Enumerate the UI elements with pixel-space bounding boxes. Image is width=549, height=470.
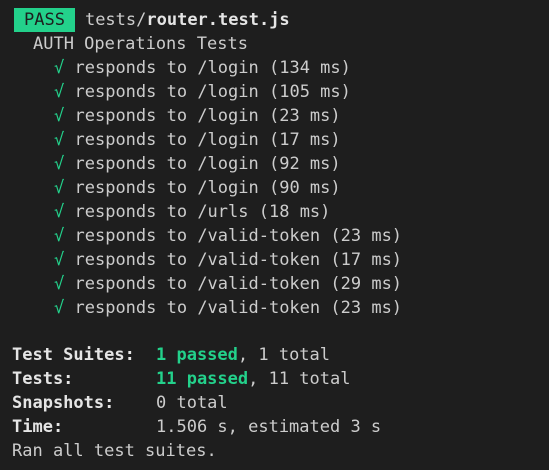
test-duration: (17 ms) [268,130,341,150]
summary-suites-passed: 1 passed [156,345,238,365]
test-file-dir: tests/ [84,10,147,30]
check-icon: √ [54,58,65,78]
test-duration: (90 ms) [268,178,341,198]
terminal-output: PASS tests/router.test.js AUTH Operations… [0,0,549,470]
test-result-row: √ responds to /login (134 ms) [54,56,351,80]
test-duration: (23 ms) [330,298,403,318]
test-name: responds to /login [74,106,259,126]
summary-time: Time: 1.506 s, estimated 3 s [12,415,381,439]
check-icon: √ [54,178,65,198]
test-name: responds to /login [74,130,259,150]
test-duration: (29 ms) [330,274,403,294]
summary-tests: Tests: 11 passed, 11 total [12,367,350,391]
test-name: responds to /login [74,58,259,78]
test-name: responds to /valid-token [74,274,321,294]
summary-snapshots-value: 0 total [156,393,228,413]
pass-badge: PASS [14,8,75,32]
summary-time-value: 1.506 s, estimated 3 s [156,417,382,437]
test-duration: (23 ms) [268,106,341,126]
test-result-row: √ responds to /login (105 ms) [54,80,351,104]
check-icon: √ [54,226,65,246]
test-duration: (17 ms) [330,250,403,270]
test-result-row: √ responds to /login (92 ms) [54,152,341,176]
test-duration: (134 ms) [268,58,351,78]
summary-suites-total: , 1 total [237,345,331,365]
test-result-row: √ responds to /login (23 ms) [54,104,341,128]
test-result-row: √ responds to /valid-token (17 ms) [54,248,402,272]
summary-snapshots-label: Snapshots: [12,393,115,413]
test-name: responds to /login [74,82,259,102]
test-result-row: √ responds to /valid-token (23 ms) [54,224,402,248]
check-icon: √ [54,130,65,150]
check-icon: √ [54,154,65,174]
test-result-row: √ responds to /valid-token (29 ms) [54,272,402,296]
check-icon: √ [54,106,65,126]
check-icon: √ [54,250,65,270]
test-duration: (23 ms) [330,226,403,246]
test-result-row: √ responds to /login (17 ms) [54,128,341,152]
summary-suites: Test Suites: 1 passed, 1 total [12,343,330,367]
test-name: responds to /valid-token [74,298,321,318]
test-file-name: router.test.js [146,10,290,30]
test-name: responds to /login [74,178,259,198]
check-icon: √ [54,298,65,318]
summary-tests-passed: 11 passed [156,369,249,389]
test-file-header: PASS tests/router.test.js [0,8,290,32]
summary-suites-label: Test Suites: [12,345,135,365]
summary-tests-label: Tests: [12,369,74,389]
test-result-row: √ responds to /login (90 ms) [54,176,341,200]
suite-name: AUTH Operations Tests [33,34,248,54]
test-duration: (18 ms) [258,202,331,222]
test-result-row: √ responds to /valid-token (23 ms) [54,296,402,320]
test-duration: (92 ms) [268,154,341,174]
summary-time-label: Time: [12,417,64,437]
test-name: responds to /urls [74,202,249,222]
test-duration: (105 ms) [268,82,351,102]
check-icon: √ [54,274,65,294]
test-name: responds to /valid-token [74,250,321,270]
check-icon: √ [54,202,65,222]
summary-ran-all: Ran all test suites. [12,441,217,461]
test-result-row: √ responds to /urls (18 ms) [54,200,330,224]
check-icon: √ [54,82,65,102]
test-name: responds to /valid-token [74,226,321,246]
summary-snapshots: Snapshots: 0 total [12,391,228,415]
test-name: responds to /login [74,154,259,174]
summary-tests-total: , 11 total [248,369,351,389]
